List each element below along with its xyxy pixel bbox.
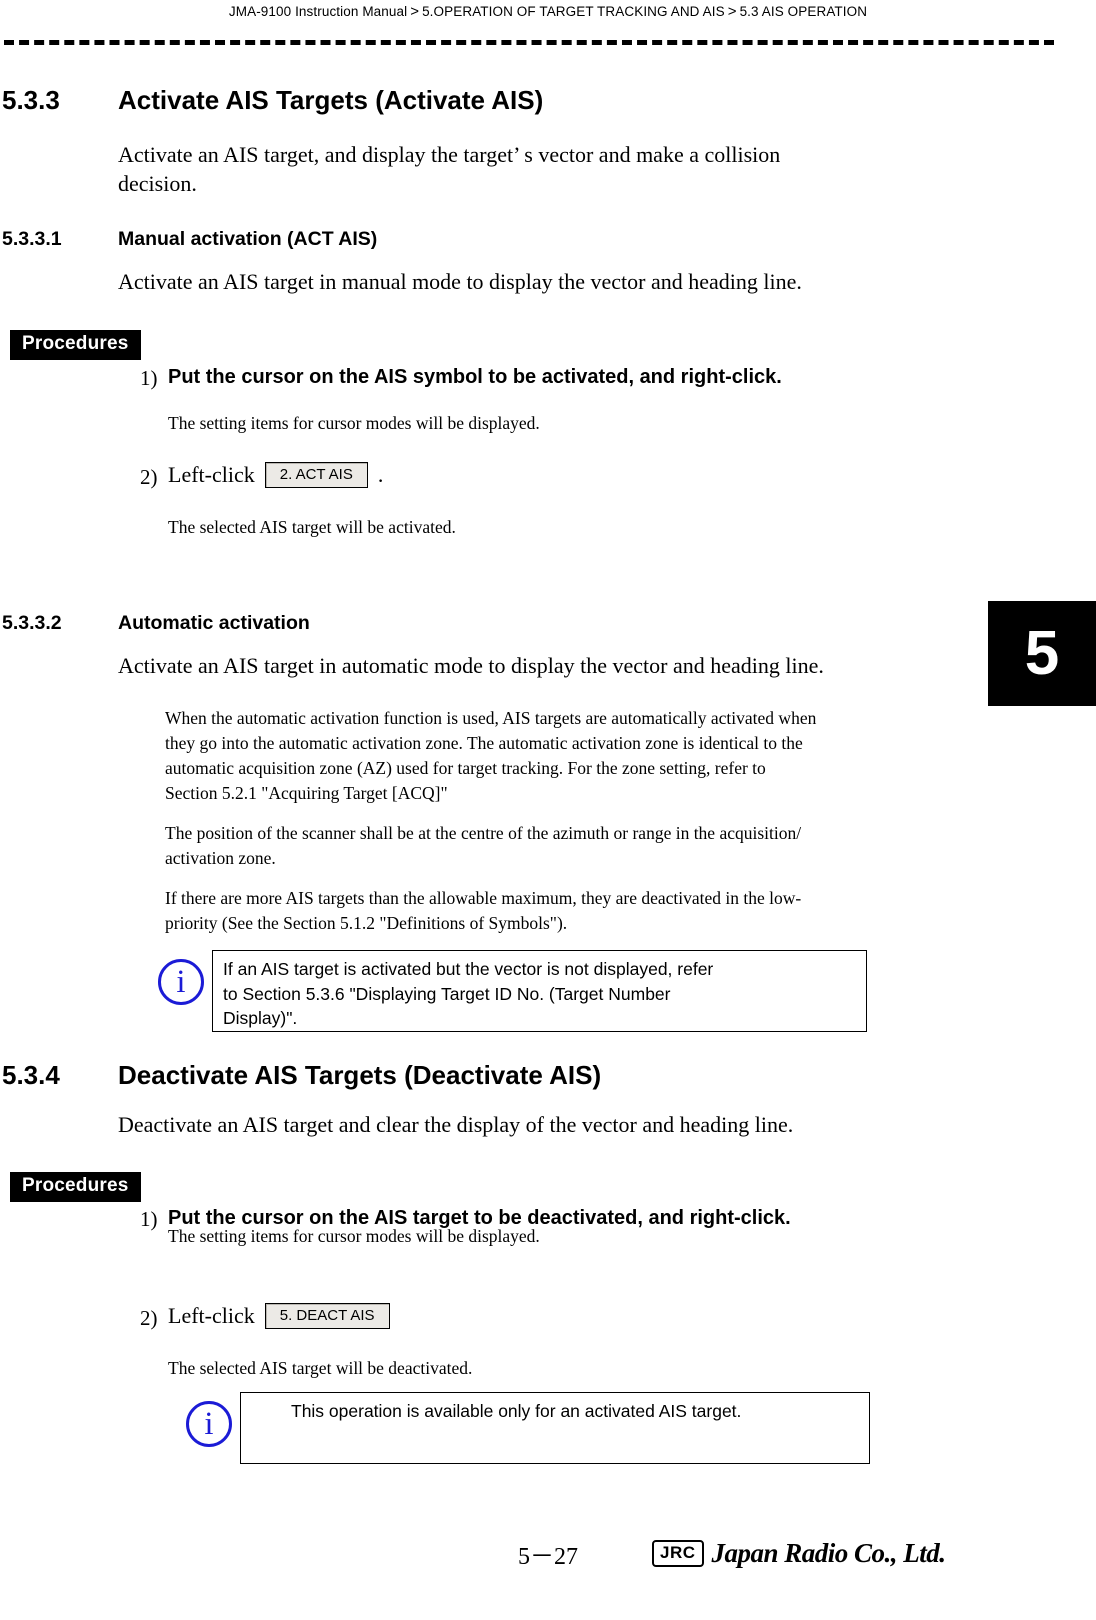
procedures-label-1: Procedures xyxy=(10,330,141,360)
section-5332-para2-line1: The position of the scanner shall be at … xyxy=(165,823,802,843)
breadcrumb-separator-2: > xyxy=(727,3,737,20)
page-header: JMA-9100 Instruction Manual >5.OPERATION … xyxy=(0,0,1096,45)
note-line-2: to Section 5.3.6 "Displaying Target ID N… xyxy=(223,983,671,1004)
step-row-2a: Left-click 2. ACT AIS . xyxy=(168,462,383,488)
step-sub-2b: The selected AIS target will be deactiva… xyxy=(168,1358,473,1378)
section-5332-para1-line3: automatic acquisition zone (AZ) used for… xyxy=(165,758,766,778)
header-breadcrumb: JMA-9100 Instruction Manual >5.OPERATION … xyxy=(0,3,1096,20)
chapter-tab: 5 xyxy=(988,601,1096,706)
section-5332-para1-line4: Section 5.2.1 "Acquiring Target [ACQ]" xyxy=(165,783,448,803)
section-534-title: Deactivate AIS Targets (Deactivate AIS) xyxy=(118,1060,602,1090)
section-5332-para2-line2: activation zone. xyxy=(165,848,276,868)
section-533-intro-line1: Activate an AIS target, and display the … xyxy=(118,142,781,167)
section-533-title: Activate AIS Targets (Activate AIS) xyxy=(118,85,544,115)
step-number-1a: 1) xyxy=(140,366,158,390)
section-5332-number: 5.3.3.2 xyxy=(2,612,62,634)
step-text-1a: Put the cursor on the AIS symbol to be a… xyxy=(168,366,782,388)
menu-chip-act-ais[interactable]: 2. ACT AIS xyxy=(264,462,368,488)
step-sub-1b: The setting items for cursor modes will … xyxy=(168,1226,540,1246)
header-manual-title: JMA-9100 Instruction Manual xyxy=(228,4,408,19)
procedures-badge: Procedures xyxy=(10,330,141,360)
step-suffix-2a: . xyxy=(377,462,384,487)
header-crumb-1: 5.OPERATION OF TARGET TRACKING AND AIS xyxy=(422,4,725,19)
procedures-badge-2: Procedures xyxy=(10,1172,141,1202)
section-5331-title: Manual activation (ACT AIS) xyxy=(118,228,378,250)
section-533-number: 5.3.3 xyxy=(2,85,60,115)
step-number-2a: 2) xyxy=(140,465,158,489)
jrc-badge: JRC xyxy=(652,1540,704,1567)
section-5331-number: 5.3.3.1 xyxy=(2,228,62,250)
step-sub-1a: The setting items for cursor modes will … xyxy=(168,413,540,433)
note-box-deactivate: i This operation is available only for a… xyxy=(186,1392,870,1464)
note-line-3: Display)". xyxy=(223,1008,298,1028)
breadcrumb-separator-1: > xyxy=(410,3,420,20)
section-534-intro: Deactivate an AIS target and clear the d… xyxy=(118,1112,794,1137)
header-crumb-2: 5.3 AIS OPERATION xyxy=(739,4,868,19)
jrc-wordmark: Japan Radio Co., Ltd. xyxy=(711,1538,947,1568)
section-5332-para3-line1: If there are more AIS targets than the a… xyxy=(165,888,802,908)
section-5332-para3-line2: priority (See the Section 5.1.2 "Definit… xyxy=(165,913,568,933)
note-box-activation: i If an AIS target is activated but the … xyxy=(158,950,867,1032)
note-text-activation: If an AIS target is activated but the ve… xyxy=(213,951,866,1037)
footer-logo: JRC Japan Radio Co., Ltd. xyxy=(652,1538,946,1569)
section-5331-intro: Activate an AIS target in manual mode to… xyxy=(118,269,802,294)
step-number-2b: 2) xyxy=(140,1306,158,1330)
header-divider xyxy=(4,40,1054,45)
procedures-label-2: Procedures xyxy=(10,1172,141,1202)
section-5332-para1-line2: they go into the automatic activation zo… xyxy=(165,733,803,753)
step-sub-2a: The selected AIS target will be activate… xyxy=(168,517,456,537)
note-line-1: If an AIS target is activated but the ve… xyxy=(223,959,714,979)
step-number-1b: 1) xyxy=(140,1207,158,1231)
menu-chip-deact-ais[interactable]: 5. DEACT AIS xyxy=(264,1303,390,1329)
section-534-number: 5.3.4 xyxy=(2,1060,60,1090)
section-5332-intro: Activate an AIS target in automatic mode… xyxy=(118,653,824,678)
info-icon: i xyxy=(158,959,204,1005)
note-text-deactivate: This operation is available only for an … xyxy=(291,1401,742,1421)
section-5332-para1-line1: When the automatic activation function i… xyxy=(165,708,817,728)
section-533-intro-line2: decision. xyxy=(118,171,197,196)
info-icon-2: i xyxy=(186,1401,232,1447)
step-prefix-2a: Left-click xyxy=(168,462,255,487)
step-prefix-2b: Left-click xyxy=(168,1303,255,1328)
section-5332-title: Automatic activation xyxy=(118,612,310,634)
step-row-2b: Left-click 5. DEACT AIS xyxy=(168,1303,390,1329)
